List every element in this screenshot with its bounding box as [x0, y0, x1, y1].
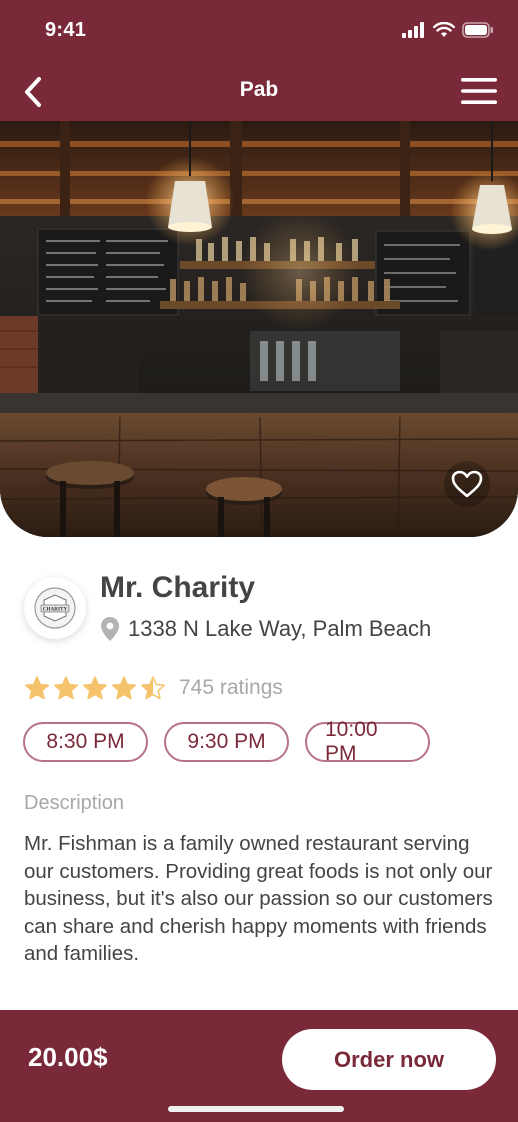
menu-icon: [461, 78, 497, 104]
status-time: 9:41: [45, 19, 87, 41]
description-text: Mr. Fishman is a family owned restaurant…: [24, 832, 493, 965]
description-label: Description: [24, 792, 125, 814]
wifi-icon: [433, 22, 455, 37]
time-slot-button[interactable]: 9:30 PM: [164, 722, 289, 762]
star-icon: [24, 676, 50, 700]
time-slot-button[interactable]: 10:00 PM: [305, 718, 430, 765]
hero-image: [0, 121, 518, 537]
rating-row: 745 ratings: [23, 675, 283, 701]
price: 20.00$: [28, 1042, 108, 1072]
star-icon: [111, 676, 137, 700]
menu-button[interactable]: [460, 76, 498, 106]
restaurant-name: Mr. Charity: [100, 571, 256, 604]
top-bar: 9:41 Pab: [0, 0, 518, 121]
charity-logo-icon: CHARITY: [34, 587, 76, 629]
star-icon: [53, 676, 79, 700]
star-rating: [23, 675, 167, 701]
favorite-button[interactable]: [444, 461, 490, 507]
bar-interior-photo: [0, 121, 518, 537]
home-indicator[interactable]: [168, 1106, 344, 1112]
location-pin-icon: [101, 617, 119, 641]
star-icon: [82, 676, 108, 700]
time-slots: 8:30 PM 9:30 PM 10:00 PM: [23, 718, 430, 765]
heart-icon: [451, 470, 483, 498]
restaurant-logo: CHARITY: [24, 577, 86, 639]
order-now-button[interactable]: Order now: [282, 1029, 496, 1090]
address-text: 1338 N Lake Way, Palm Beach: [128, 616, 432, 641]
status-icons: [402, 22, 494, 38]
signal-icon: [402, 22, 424, 38]
time-slot-button[interactable]: 8:30 PM: [23, 722, 148, 762]
ratings-count: 745 ratings: [179, 676, 283, 699]
battery-icon: [462, 22, 493, 38]
restaurant-address: 1338 N Lake Way, Palm Beach: [100, 616, 431, 642]
nav-title: Pab: [239, 78, 279, 101]
star-icon: [140, 676, 166, 700]
svg-text:CHARITY: CHARITY: [43, 607, 68, 613]
